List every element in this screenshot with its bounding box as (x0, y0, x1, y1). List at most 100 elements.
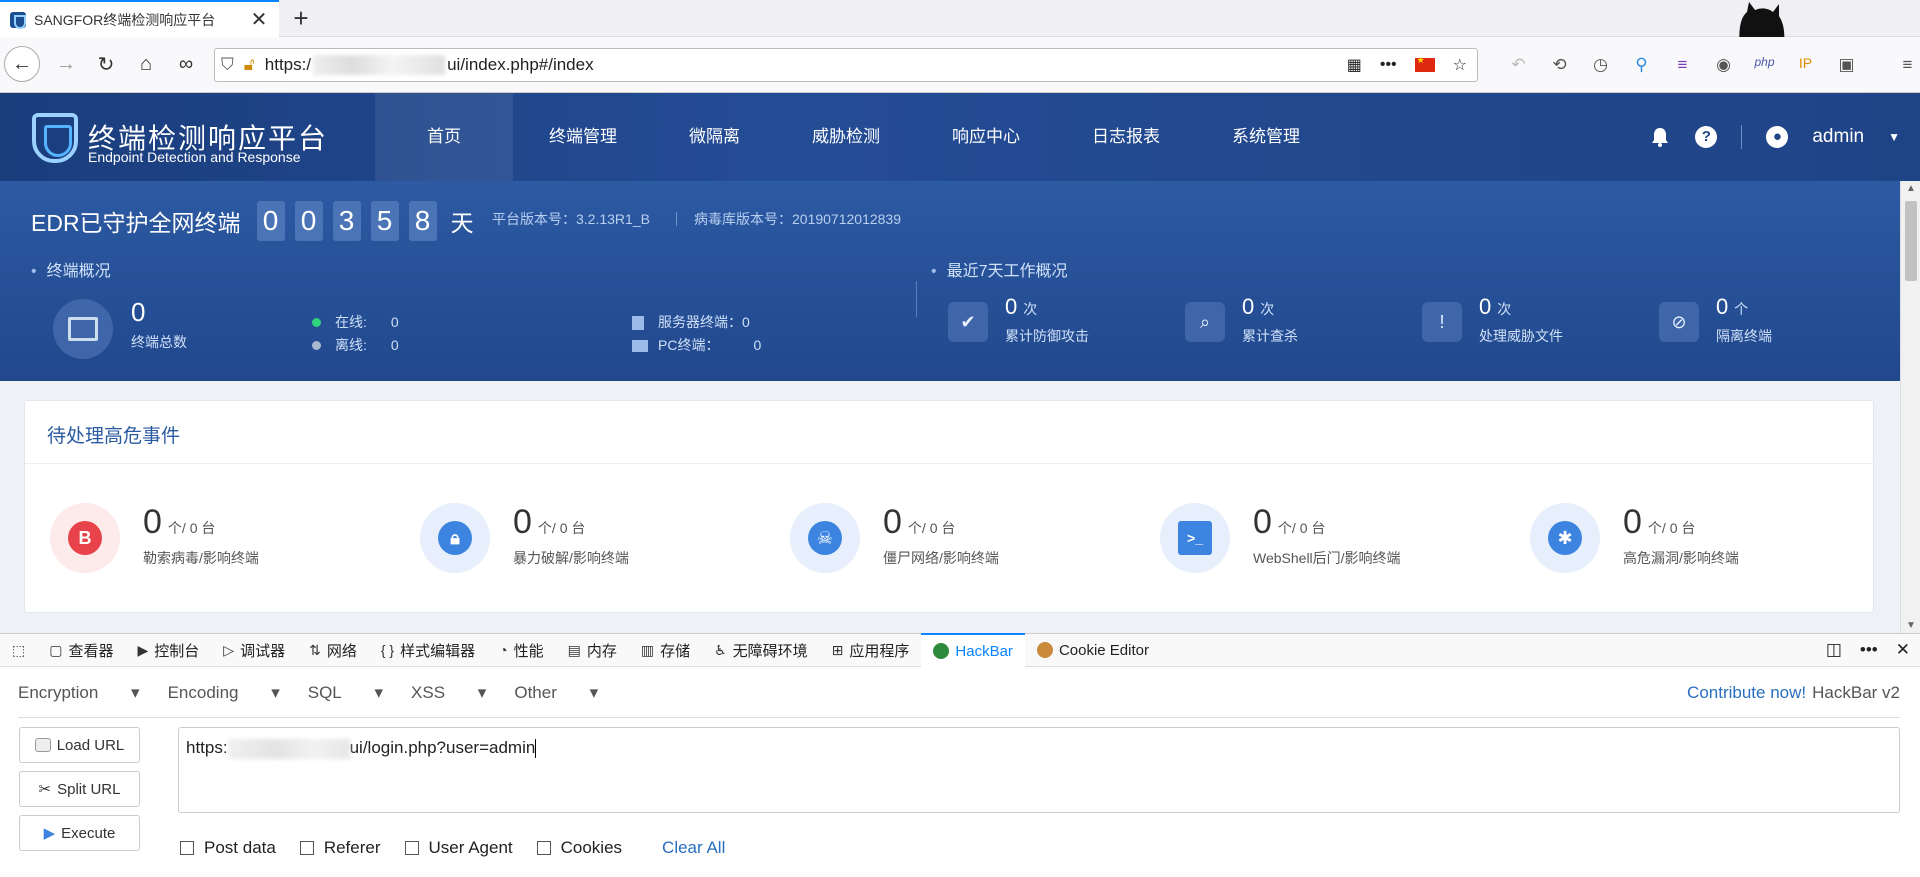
cookies-checkbox[interactable]: Cookies (536, 838, 622, 858)
menu-other[interactable]: Other ▾ (514, 683, 598, 703)
menu-encryption[interactable]: Encryption ▾ (18, 683, 140, 703)
server-row: 服务器终端：0 (632, 312, 750, 332)
tab-network[interactable]: ⇅ 网络 (297, 633, 369, 667)
tab-console[interactable]: ▶ 控制台 (125, 633, 211, 667)
browser-tab-bar: SANGFOR终端检测响应平台 ✕ + (0, 0, 1920, 50)
nav-threat-detection[interactable]: 威胁检测 (776, 93, 916, 181)
url-host-redacted (313, 55, 446, 75)
history-icon[interactable]: ⟲ (1549, 55, 1570, 75)
hackbar-url-textarea[interactable]: https: ui/login.php?user=admin (178, 727, 1900, 813)
home-icon: ⌂ (139, 52, 153, 75)
offline-row: 离线: 0 (312, 335, 399, 355)
tab-memory[interactable]: ▤ 内存 (556, 633, 629, 667)
more-options-icon[interactable]: ••• (1860, 640, 1878, 660)
home-button[interactable]: ⌂ (128, 46, 164, 82)
devtools-controls: ◫ ••• ✕ (1826, 640, 1920, 660)
webshell-terminal-icon: >_ (1160, 503, 1230, 573)
online-row: 在线: 0 (312, 312, 399, 332)
extension-icon[interactable]: ▣ (1836, 55, 1857, 75)
gauge-icon: ◔ (499, 642, 508, 658)
tab-inspector[interactable]: ▢ 查看器 (37, 633, 125, 667)
nav-home[interactable]: 首页 (375, 93, 513, 181)
stack-icon[interactable]: ≡ (1672, 55, 1693, 75)
undo-icon[interactable]: ↶ (1508, 55, 1529, 75)
clock-icon[interactable]: ◷ (1590, 55, 1611, 75)
day-digit: 0 (294, 201, 323, 241)
event-count: 0 个/ 0 台 (513, 503, 586, 541)
close-devtools-icon[interactable]: ✕ (1896, 640, 1910, 660)
close-icon[interactable]: ✕ (249, 7, 269, 32)
nav-system-management[interactable]: 系统管理 (1196, 93, 1336, 181)
browser-nav-bar: ← → ↻ ⌂ ∞ ⛉ 🔓︎ https:/ ui/index.php#/ind… (0, 37, 1920, 93)
cookie-icon (1036, 642, 1053, 658)
china-flag-icon[interactable] (1414, 55, 1435, 72)
menu-encoding[interactable]: Encoding ▾ (168, 683, 280, 703)
menu-icon[interactable]: ≡ (1897, 55, 1918, 75)
clear-all-link[interactable]: Clear All (662, 838, 725, 858)
day-digit: 0 (256, 201, 285, 241)
tab-debugger[interactable]: ▷ 调试器 (211, 633, 297, 667)
new-tab-button[interactable]: + (286, 4, 316, 34)
tab-style-editor[interactable]: { } 样式编辑器 (369, 633, 487, 667)
week-stat-value: 0次 (1479, 294, 1512, 319)
platform-version: 平台版本号：3.2.13R1_B (492, 211, 650, 227)
reload-button[interactable]: ↻ (88, 46, 124, 82)
username[interactable]: admin (1812, 126, 1864, 148)
tab-cookie-editor[interactable]: Cookie Editor (1025, 633, 1161, 667)
forward-button[interactable]: → (48, 46, 84, 82)
help-icon[interactable]: ? (1695, 126, 1718, 148)
page-scrollbar[interactable]: ▲ ▼ (1900, 181, 1920, 633)
pin-icon[interactable]: ⚲ (1631, 55, 1652, 75)
private-mask-button[interactable]: ∞ (168, 46, 204, 82)
back-button[interactable]: ← (4, 46, 40, 82)
tab-application[interactable]: ⊞ 应用程序 (820, 633, 922, 667)
element-picker-icon[interactable]: ⬚ (0, 633, 37, 667)
referer-checkbox[interactable]: Referer (299, 838, 381, 858)
event-label[interactable]: 高危漏洞/影响终端 (1623, 548, 1739, 568)
scroll-up-icon[interactable]: ▲ (1906, 183, 1916, 194)
bookmark-star-icon[interactable]: ☆ (1453, 55, 1467, 75)
week-stat-label: 累计查杀 (1242, 328, 1298, 344)
version-divider (676, 212, 677, 226)
nav-micro-segmentation[interactable]: 微隔离 (653, 93, 776, 181)
user-agent-checkbox[interactable]: User Agent (404, 838, 513, 858)
tab-hackbar[interactable]: HackBar (921, 633, 1025, 667)
nav-endpoint-management[interactable]: 终端管理 (513, 93, 653, 181)
tab-accessibility[interactable]: ♿︎ 无障碍环境 (702, 633, 820, 667)
execute-button[interactable]: ▶ Execute (19, 815, 140, 851)
event-label[interactable]: 勒索病毒/影响终端 (143, 548, 259, 568)
event-label[interactable]: 暴力破解/影响终端 (513, 548, 629, 568)
qr-code-icon[interactable]: ▦ (1347, 55, 1362, 75)
nav-log-reports[interactable]: 日志报表 (1056, 93, 1196, 181)
browser-tab[interactable]: SANGFOR终端检测响应平台 ✕ (0, 0, 279, 37)
split-url-button[interactable]: ✂ Split URL (19, 771, 140, 807)
menu-sql[interactable]: SQL ▾ (308, 683, 383, 703)
network-icon: ⇅ (309, 641, 321, 658)
ip-icon[interactable]: IP (1795, 55, 1816, 75)
day-digit: 8 (408, 201, 437, 241)
event-label[interactable]: 僵尸网络/影响终端 (883, 548, 999, 568)
url-bar[interactable]: ⛉ 🔓︎ https:/ ui/index.php#/index ▦ ••• ☆ (214, 48, 1478, 82)
scroll-down-icon[interactable]: ▼ (1906, 620, 1916, 631)
bell-icon[interactable] (1649, 126, 1671, 148)
contribute-link[interactable]: Contribute now! (1687, 683, 1806, 703)
php-icon[interactable]: php (1754, 55, 1775, 75)
scroll-thumb[interactable] (1905, 201, 1917, 281)
ransomware-icon: B (50, 503, 120, 573)
dock-side-icon[interactable]: ◫ (1826, 640, 1842, 660)
cookie-icon[interactable]: ◉ (1713, 55, 1734, 75)
nav-response-center[interactable]: 响应中心 (916, 93, 1056, 181)
menu-xss[interactable]: XSS ▾ (411, 683, 486, 703)
tab-storage[interactable]: ▥ 存储 (629, 633, 702, 667)
user-avatar-icon[interactable]: ● (1766, 126, 1789, 148)
tab-performance[interactable]: ◔ 性能 (487, 633, 555, 667)
day-digit: 5 (370, 201, 399, 241)
card-divider (25, 463, 1873, 464)
url-host-redacted (227, 738, 350, 759)
post-data-checkbox[interactable]: Post data (180, 838, 276, 858)
event-label[interactable]: WebShell后门/影响终端 (1253, 548, 1401, 568)
load-url-button[interactable]: Load URL (19, 727, 140, 763)
chevron-down-icon[interactable]: ▼ (1888, 130, 1900, 144)
main-nav: 首页 终端管理 微隔离 威胁检测 响应中心 日志报表 系统管理 (375, 93, 1336, 181)
more-actions-icon[interactable]: ••• (1380, 56, 1397, 74)
